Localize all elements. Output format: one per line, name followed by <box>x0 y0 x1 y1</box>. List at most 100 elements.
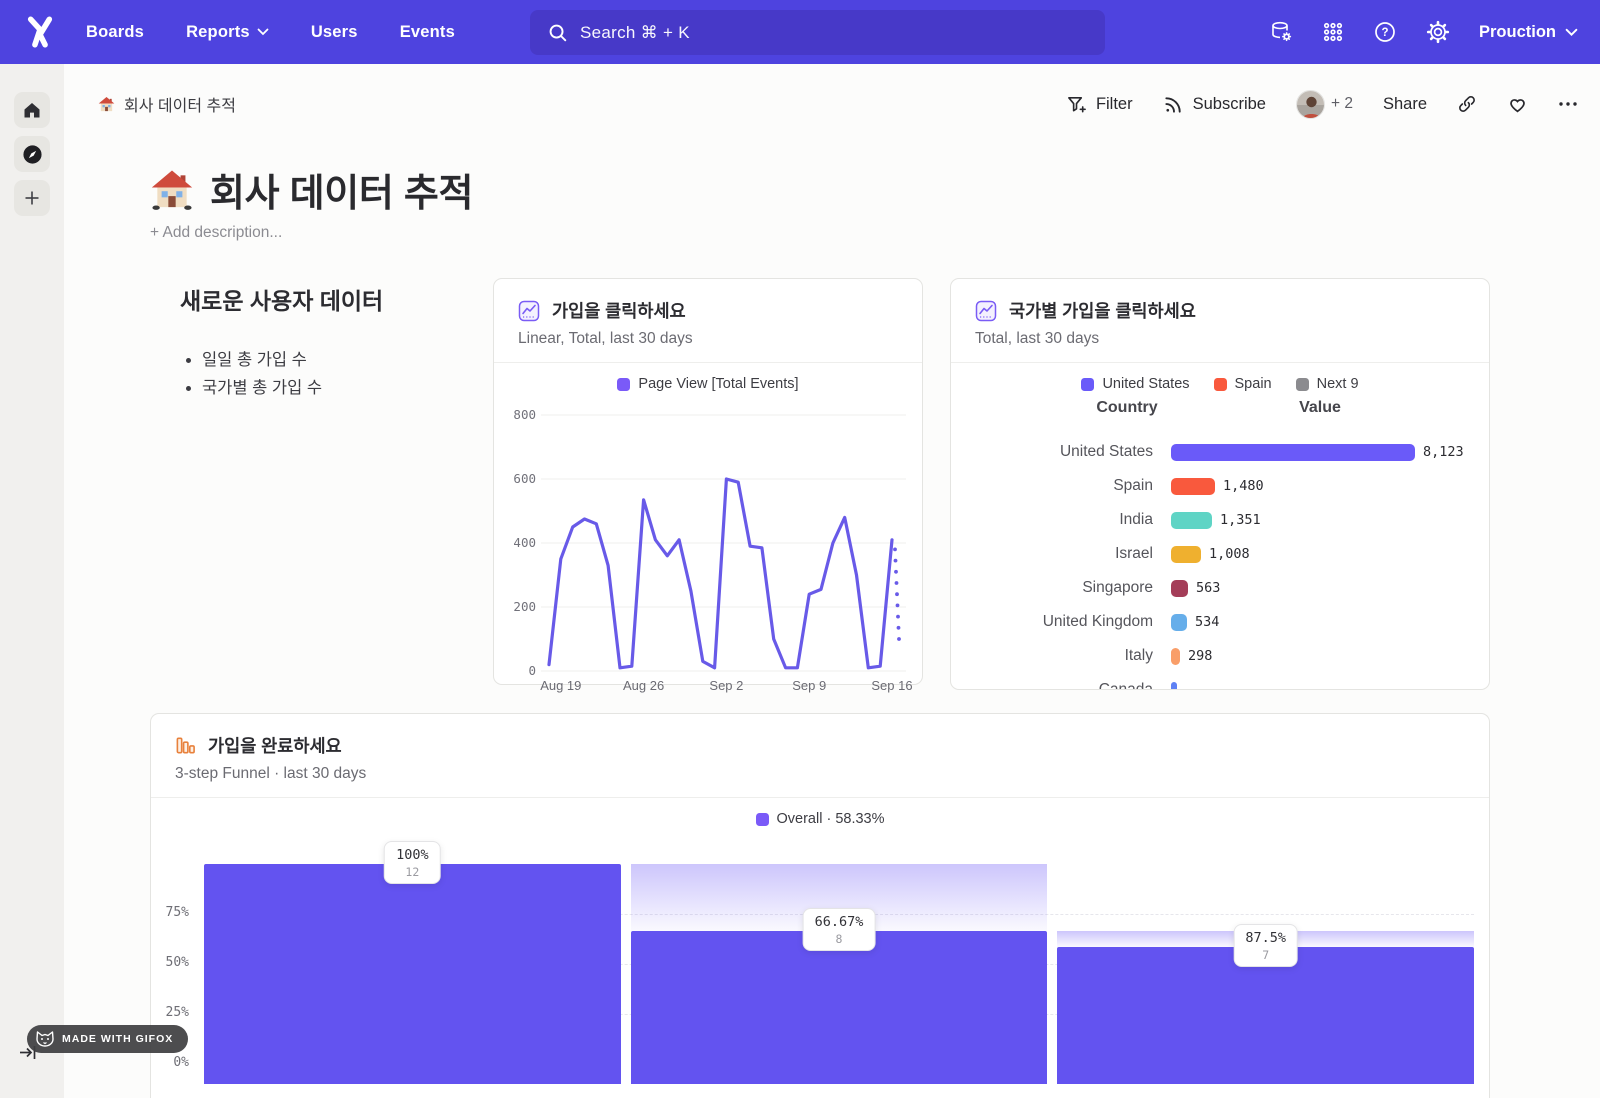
home-icon <box>22 100 42 120</box>
chart-legend[interactable]: Page View [Total Events] <box>494 376 922 392</box>
line-chart-icon <box>518 300 540 322</box>
favorite-button[interactable] <box>1507 94 1528 115</box>
text-card-list: 일일 총 가입 수 국가별 총 가입 수 <box>202 346 500 402</box>
more-options-button[interactable] <box>1558 101 1578 107</box>
mixpanel-logo-icon[interactable] <box>20 12 60 52</box>
column-header-value: Value <box>1299 399 1341 417</box>
line-chart-card[interactable]: 가입을 클릭하세요 Linear, Total, last 30 days Pa… <box>493 278 923 685</box>
funnel-plot: 100%1266.67%8 87.5% 7 <box>204 864 1474 1084</box>
funnel-bar[interactable] <box>204 864 621 1084</box>
country-row[interactable]: Italy298 <box>961 639 1479 673</box>
house-emoji-icon <box>98 96 115 113</box>
copy-link-button[interactable] <box>1457 94 1477 114</box>
country-bar[interactable] <box>1171 580 1188 597</box>
svg-text:Aug 26: Aug 26 <box>623 678 664 693</box>
country-value: 563 <box>1196 580 1220 596</box>
country-bar[interactable] <box>1171 512 1212 529</box>
country-bar[interactable] <box>1171 546 1201 563</box>
apps-grid-icon[interactable] <box>1322 21 1344 43</box>
legend-label: Page View [Total Events] <box>638 376 798 392</box>
sidebar-home-button[interactable] <box>14 92 50 128</box>
data-management-icon[interactable] <box>1269 20 1293 44</box>
main-content: 회사 데이터 추적 Filter Subscribe + 2 <box>64 64 1600 1098</box>
project-switcher[interactable]: Prouction <box>1479 23 1578 42</box>
funnel-step[interactable]: 66.67%8 <box>631 864 1048 1084</box>
funnel-card[interactable]: 가입을 완료하세요 3-step Funnel · last 30 days O… <box>150 713 1490 1098</box>
subscribe-button[interactable]: Subscribe <box>1163 94 1266 115</box>
sidebar-discover-button[interactable] <box>14 136 50 172</box>
country-row[interactable]: Israel 1,008 <box>961 537 1479 571</box>
collaborators[interactable]: + 2 <box>1296 90 1353 119</box>
subscribe-label: Subscribe <box>1193 95 1266 114</box>
svg-text:Sep 9: Sep 9 <box>792 678 826 693</box>
country-bar-card[interactable]: 국가별 가입을 클릭하세요 Total, last 30 days United… <box>950 278 1490 690</box>
funnel-bar[interactable] <box>631 931 1048 1084</box>
country-row[interactable]: Canada <box>961 673 1479 690</box>
country-bar[interactable] <box>1171 648 1180 665</box>
list-item: 일일 총 가입 수 <box>202 346 500 374</box>
svg-text:?: ? <box>1381 27 1388 39</box>
divider <box>494 362 922 363</box>
nav-item-boards[interactable]: Boards <box>86 23 144 42</box>
nav-item-label: Reports <box>186 23 250 42</box>
country-value: 1,008 <box>1209 546 1250 562</box>
country-value: 1,480 <box>1223 478 1264 494</box>
search-input[interactable]: Search ⌘ + K <box>530 10 1105 55</box>
funnel-bar[interactable] <box>1057 947 1474 1084</box>
country-bar[interactable] <box>1171 682 1177 691</box>
funnel-badge: 87.5% 7 <box>1233 924 1298 967</box>
filter-button[interactable]: Filter <box>1066 94 1133 115</box>
nav-item-label: Users <box>311 23 358 42</box>
project-name: Prouction <box>1479 23 1556 42</box>
country-label: Singapore <box>961 579 1153 597</box>
chart-legend[interactable]: United States Spain Next 9 <box>951 376 1489 392</box>
legend-swatch <box>617 378 630 391</box>
nav-item-reports[interactable]: Reports <box>186 23 269 42</box>
page-title[interactable]: 회사 데이터 추적 <box>210 162 473 217</box>
list-item: 국가별 총 가입 수 <box>202 374 500 402</box>
country-bar[interactable] <box>1171 478 1215 495</box>
card-header: 가입을 클릭하세요 <box>494 279 922 323</box>
breadcrumb[interactable]: 회사 데이터 추적 <box>98 92 236 116</box>
country-row[interactable]: Spain1,480 <box>961 469 1479 503</box>
country-label: Canada <box>961 681 1153 690</box>
share-button[interactable]: Share <box>1383 95 1427 114</box>
funnel-count: 12 <box>396 865 429 879</box>
country-value: 1,351 <box>1220 512 1261 528</box>
table-headers: Country Value <box>951 399 1489 423</box>
legend-item[interactable]: Next 9 <box>1296 376 1359 392</box>
country-row[interactable]: United Kingdom534 <box>961 605 1479 639</box>
funnel-count: 7 <box>1245 948 1286 962</box>
filter-label: Filter <box>1096 95 1133 114</box>
funnel-step[interactable]: 100%12 <box>204 864 621 1084</box>
svg-text:Aug 19: Aug 19 <box>540 678 581 693</box>
nav-item-users[interactable]: Users <box>311 23 358 42</box>
country-label: United States <box>961 443 1153 461</box>
country-value: 8,123 <box>1423 444 1464 460</box>
nav-item-events[interactable]: Events <box>400 23 455 42</box>
svg-text:400: 400 <box>513 535 536 550</box>
column-header-country: Country <box>1096 399 1157 417</box>
svg-text:0: 0 <box>528 663 536 678</box>
funnel-step[interactable]: 87.5% 7 <box>1057 864 1474 1084</box>
add-description[interactable]: + Add description... <box>150 224 282 242</box>
country-label: United Kingdom <box>961 613 1153 631</box>
fox-icon <box>36 1031 54 1047</box>
country-row[interactable]: United States 8,123 <box>961 435 1479 469</box>
legend-item[interactable]: Spain <box>1214 376 1272 392</box>
country-value: 298 <box>1188 648 1212 664</box>
line-chart[interactable]: 0200400600800Aug 19Aug 26Sep 2Sep 9Sep 1… <box>494 394 924 694</box>
page-title-row: 회사 데이터 추적 <box>150 162 473 217</box>
legend-item[interactable]: United States <box>1081 376 1189 392</box>
funnel-y-tick: 0% <box>151 1055 189 1070</box>
country-bar[interactable] <box>1171 614 1187 631</box>
help-icon[interactable]: ? <box>1373 20 1397 44</box>
settings-gear-icon[interactable] <box>1426 20 1450 44</box>
country-row[interactable]: Singapore 563 <box>961 571 1479 605</box>
country-bar[interactable] <box>1171 444 1415 461</box>
chevron-down-icon <box>1565 28 1578 37</box>
country-label: Israel <box>961 545 1153 563</box>
country-row[interactable]: India1,351 <box>961 503 1479 537</box>
funnel-conversion-pct: 87.5% <box>1245 930 1286 946</box>
sidebar-add-button[interactable] <box>14 180 50 216</box>
